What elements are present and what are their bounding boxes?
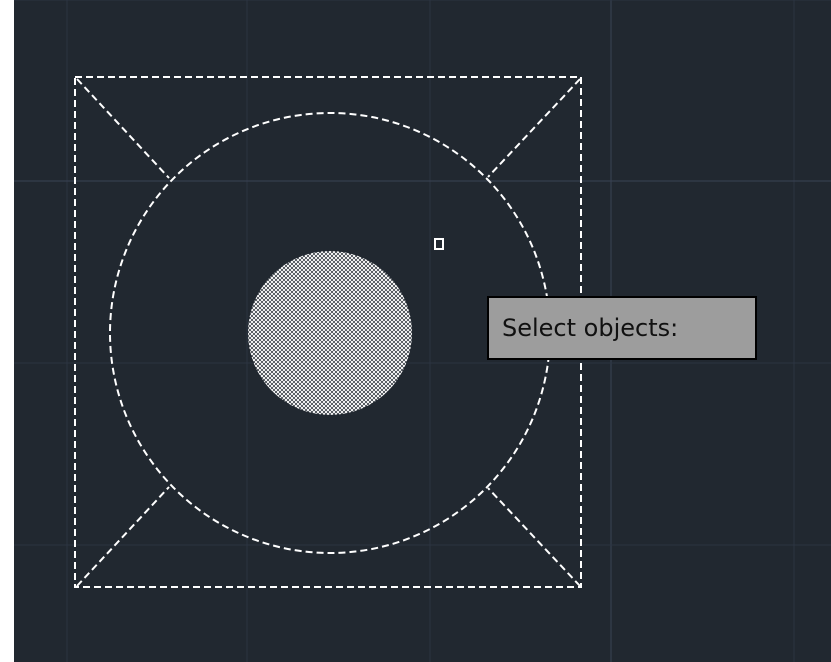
- tooltip-text: Select objects:: [502, 314, 679, 342]
- hatched-circle[interactable]: [248, 251, 412, 415]
- selected-diagonal[interactable]: [487, 78, 581, 178]
- selected-diagonal[interactable]: [487, 487, 581, 587]
- drawing-viewport[interactable]: Select objects:: [14, 0, 831, 662]
- pickbox-icon: [434, 238, 444, 250]
- command-prompt-tooltip: Select objects:: [487, 296, 757, 360]
- selected-diagonal[interactable]: [76, 486, 170, 587]
- selected-diagonal[interactable]: [76, 78, 170, 179]
